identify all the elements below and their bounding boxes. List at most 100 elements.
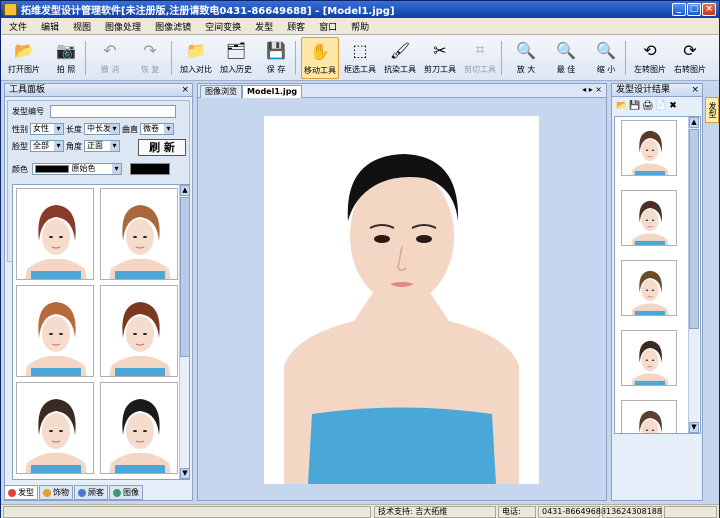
camera-icon: 📷 (56, 40, 76, 60)
brush-button[interactable]: 🖌 抗染工具 (381, 37, 419, 79)
result-thumbnail[interactable] (621, 330, 677, 386)
result-scrollbar[interactable]: ▲ ▼ (688, 117, 699, 433)
tab-image-browser[interactable]: 图像浏览 (200, 85, 242, 98)
menu-item-2[interactable]: 视图 (73, 20, 91, 33)
redo-button[interactable]: ↷ 恢 复 (131, 37, 169, 79)
status-grip (664, 506, 717, 518)
result-panel-header: 发型设计结果 × (612, 84, 702, 97)
toolbar-label: 左转图片 (634, 65, 666, 74)
undo-button[interactable]: ↶ 撤 消 (91, 37, 129, 79)
face-select[interactable]: 全部 (30, 140, 64, 152)
save-result-icon[interactable]: 💾 (629, 101, 640, 111)
zoom-out-icon: 🔍 (596, 40, 616, 60)
tool-panel-close-icon[interactable]: × (181, 84, 189, 96)
app-icon (4, 3, 17, 16)
redo-icon: ↷ (143, 40, 157, 60)
menu-item-1[interactable]: 编辑 (41, 20, 59, 33)
hairstyle-thumbnail[interactable] (16, 188, 94, 280)
refresh-button[interactable]: 刷 新 (138, 139, 186, 156)
scroll-up-icon[interactable]: ▲ (180, 185, 189, 196)
menu-item-6[interactable]: 发型 (255, 20, 273, 33)
hairstyle-thumbnail[interactable] (100, 382, 178, 474)
menu-item-3[interactable]: 图像处理 (105, 20, 141, 33)
image-tab-icon (113, 488, 121, 497)
zoom-out-button[interactable]: 🔍 缩 小 (587, 37, 625, 79)
menu-item-8[interactable]: 窗口 (319, 20, 337, 33)
status-empty (3, 506, 371, 518)
tab-label: 图像 (123, 488, 139, 497)
camera-button[interactable]: 📷 拍 照 (47, 37, 85, 79)
color-swatch[interactable] (130, 163, 170, 175)
hand-move-button[interactable]: ✋ 移动工具 (301, 37, 339, 79)
add-history-button[interactable]: 🗂 加入历史 (217, 37, 255, 79)
tab-image[interactable]: 图像 (109, 485, 143, 500)
code-input[interactable] (50, 105, 176, 118)
toolbar-separator (625, 41, 626, 75)
angle-select[interactable]: 正面 (84, 140, 120, 152)
delete-result-icon[interactable]: ✖ (668, 101, 678, 111)
scroll-up-icon[interactable]: ▲ (689, 117, 699, 128)
result-toolbar: 📂 💾 🖨 📄 ✖ (614, 99, 700, 113)
open-result-icon[interactable]: 📂 (616, 101, 627, 111)
menu-item-7[interactable]: 顾客 (287, 20, 305, 33)
new-result-icon[interactable]: 📄 (655, 101, 666, 111)
save-button[interactable]: 💾 保 存 (257, 37, 295, 79)
curl-label: 曲直 (122, 124, 138, 134)
status-phone-label: 电话: (498, 506, 536, 518)
close-button[interactable]: × (702, 3, 716, 16)
scissors-button[interactable]: ✂ 剪刀工具 (421, 37, 459, 79)
minimize-button[interactable]: _ (672, 3, 686, 16)
open-image-button[interactable]: 📂 打开图片 (5, 37, 43, 79)
maximize-button[interactable]: □ (687, 3, 701, 16)
add-compare-button[interactable]: 📁 加入对比 (177, 37, 215, 79)
tab-nav-arrows[interactable]: ◂ ▸ × (582, 85, 602, 94)
menu-item-9[interactable]: 帮助 (351, 20, 369, 33)
menu-bar: 文件 编辑 视图 图像处理 图像滤镜 空间变换 发型 顾客 窗口 帮助 (1, 18, 719, 35)
document-tabs: 图像浏览 Model1.jpg ◂ ▸ × (198, 84, 606, 98)
toolbar-label: 抗染工具 (384, 65, 416, 74)
result-thumbnail[interactable] (621, 260, 677, 316)
menu-item-4[interactable]: 图像滤镜 (155, 20, 191, 33)
tab-label: 发型 (18, 488, 34, 497)
scroll-down-icon[interactable]: ▼ (689, 422, 699, 433)
rotate-right-button[interactable]: ⟳ 右转图片 (671, 37, 709, 79)
gallery-scrollbar[interactable]: ▲ ▼ (179, 185, 189, 479)
zoom-fit-button[interactable]: 🔍 最 佳 (547, 37, 585, 79)
hairstyle-thumbnail[interactable] (100, 285, 178, 377)
model-photo (264, 116, 539, 484)
toolbar-label: 缩 小 (596, 65, 616, 74)
tab-accessory[interactable]: 饰物 (39, 485, 73, 500)
color-select[interactable]: 原始色 (32, 163, 122, 175)
tab-hair[interactable]: 发型 (4, 485, 38, 500)
toolbar-label: 移动工具 (304, 66, 336, 75)
tab-customer[interactable]: 顾客 (74, 485, 108, 500)
zoom-in-button[interactable]: 🔍 放 大 (507, 37, 545, 79)
scroll-thumb[interactable] (689, 129, 699, 329)
result-panel-close-icon[interactable]: × (691, 84, 699, 96)
zoom-in-icon: 🔍 (516, 40, 536, 60)
hairstyle-thumbnail[interactable] (100, 188, 178, 280)
status-bar: 技术支持: 吉大拓维 电话: 0431-86649688 13624308188 (1, 504, 719, 518)
tool-panel: 工具面板 × 发型编号 性别 女性 长度 中长发 曲直 微卷 脸型 全部 角度 … (4, 83, 193, 501)
rotate-left-button[interactable]: ⟲ 左转图片 (631, 37, 669, 79)
result-thumbnail[interactable] (621, 400, 677, 433)
length-select[interactable]: 中长发 (84, 123, 120, 135)
toolbar-label: 右转图片 (674, 65, 706, 74)
side-tab-hairstyle[interactable]: 发型 (705, 97, 719, 123)
menu-item-5[interactable]: 空间变换 (205, 20, 241, 33)
print-result-icon[interactable]: 🖨 (642, 101, 653, 111)
crop-button[interactable]: ⌗ 剪切工具 (461, 37, 499, 79)
scissors-icon: ✂ (433, 40, 447, 60)
gender-select[interactable]: 女性 (30, 123, 64, 135)
result-thumbnail[interactable] (621, 120, 677, 176)
menu-item-0[interactable]: 文件 (9, 20, 27, 33)
hairstyle-thumbnail[interactable] (16, 382, 94, 474)
curl-select[interactable]: 微卷 (140, 123, 174, 135)
scroll-thumb[interactable] (180, 197, 189, 357)
hairstyle-thumbnail[interactable] (16, 285, 94, 377)
model-photo-canvas[interactable] (264, 116, 539, 484)
scroll-down-icon[interactable]: ▼ (180, 468, 189, 479)
marquee-select-button[interactable]: ⬚ 框选工具 (341, 37, 379, 79)
tab-model1[interactable]: Model1.jpg (242, 85, 303, 98)
result-thumbnail[interactable] (621, 190, 677, 246)
